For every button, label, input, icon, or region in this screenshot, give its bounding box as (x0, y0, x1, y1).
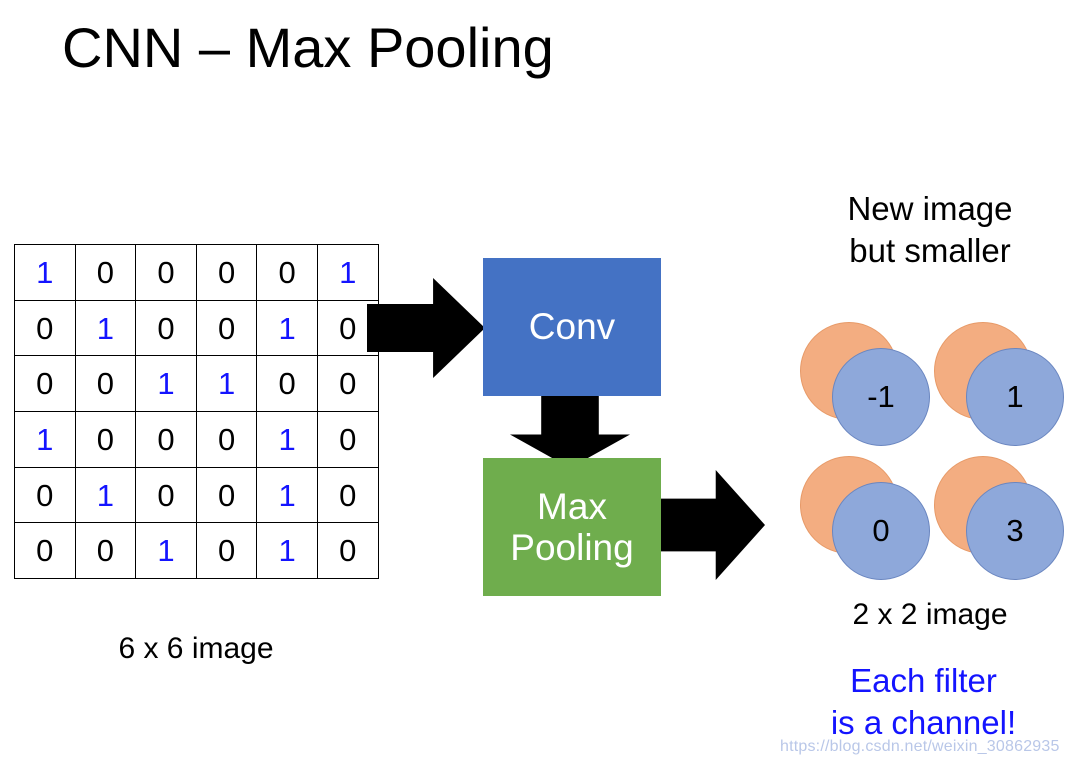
matrix-cell: 1 (195, 355, 258, 413)
output-cell: 1 (934, 322, 1064, 452)
maxpool-block: Max Pooling (483, 458, 661, 596)
input-matrix: 1 0 0 0 0 1 0 1 0 0 1 0 0 0 1 1 0 0 1 0 … (14, 244, 379, 580)
matrix-cell: 1 (14, 244, 76, 301)
front-circle: -1 (832, 348, 930, 446)
matrix-cell: 0 (195, 244, 258, 301)
matrix-cell: 0 (14, 355, 76, 413)
arrow-right-icon (653, 470, 765, 580)
output-heading: New image but smaller (847, 190, 1013, 270)
output-caption: 2 x 2 image (852, 598, 1008, 631)
table-row: 1 0 0 0 1 0 (14, 411, 379, 468)
front-circle: 1 (966, 348, 1064, 446)
matrix-cell: 0 (316, 355, 379, 413)
matrix-cell: 0 (195, 299, 258, 357)
matrix-cell: 0 (195, 522, 258, 580)
matrix-cell: 0 (74, 522, 137, 580)
matrix-cell: 0 (14, 522, 76, 580)
matrix-cell: 0 (256, 355, 318, 413)
conv-block: Conv (483, 258, 661, 396)
matrix-cell: 0 (316, 411, 379, 468)
matrix-cell: 1 (135, 522, 197, 580)
matrix-cell: 0 (316, 522, 379, 580)
matrix-cell: 0 (256, 244, 318, 301)
table-row: 0 1 0 0 1 0 (14, 466, 379, 524)
table-row: 1 0 0 0 0 1 (14, 244, 379, 301)
front-circle: 0 (832, 482, 930, 580)
matrix-cell: 0 (74, 411, 137, 468)
matrix-cell: 1 (74, 299, 137, 357)
matrix-cell: 0 (74, 355, 137, 413)
matrix-cell: 1 (74, 466, 137, 524)
page-title: CNN – Max Pooling (62, 16, 554, 79)
matrix-cell: 1 (316, 244, 379, 301)
table-row: 0 1 0 0 1 0 (14, 299, 379, 357)
matrix-cell: 1 (14, 411, 76, 468)
front-circle: 3 (966, 482, 1064, 580)
conv-block-label: Conv (528, 306, 616, 348)
input-matrix-caption: 6 x 6 image (118, 632, 274, 665)
matrix-cell: 0 (14, 299, 76, 357)
matrix-cell: 1 (256, 411, 318, 468)
matrix-cell: 0 (135, 466, 197, 524)
slide-canvas: CNN – Max Pooling 1 0 0 0 0 1 0 1 0 0 1 … (0, 0, 1065, 765)
matrix-cell: 0 (316, 466, 379, 524)
output-feature-map: -1 1 0 3 (800, 322, 1064, 586)
watermark-text: https://blog.csdn.net/weixin_30862935 (780, 738, 1060, 755)
arrow-down-icon (510, 392, 630, 468)
output-cell: -1 (800, 322, 930, 452)
matrix-cell: 1 (135, 355, 197, 413)
output-cell: 0 (800, 456, 930, 586)
output-cell: 3 (934, 456, 1064, 586)
table-row: 0 0 1 1 0 0 (14, 355, 379, 413)
matrix-cell: 0 (135, 244, 197, 301)
matrix-cell: 0 (14, 466, 76, 524)
filter-channel-note: Each filter is a channel! (830, 662, 1017, 741)
maxpool-block-label: Max Pooling (510, 485, 634, 568)
matrix-cell: 1 (256, 522, 318, 580)
matrix-cell: 0 (74, 244, 137, 301)
matrix-cell: 1 (256, 466, 318, 524)
table-row: 0 0 1 0 1 0 (14, 522, 379, 580)
matrix-cell: 0 (195, 411, 258, 468)
matrix-cell: 0 (195, 466, 258, 524)
arrow-right-icon (367, 278, 485, 378)
matrix-cell: 0 (135, 299, 197, 357)
matrix-cell: 0 (135, 411, 197, 468)
matrix-cell: 1 (256, 299, 318, 357)
